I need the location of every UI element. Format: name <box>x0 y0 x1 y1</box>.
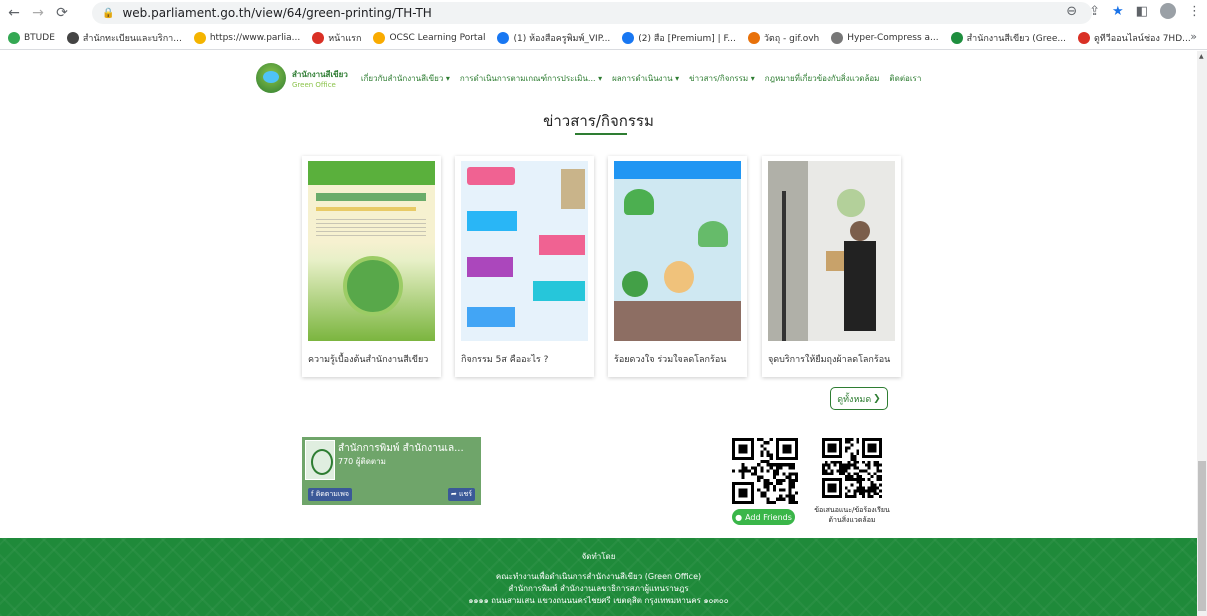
footer-line3: ๑๑๑๑ ถนนสามเสน แขวงถนนนครไชยศรี เขตดุสิต… <box>468 596 729 605</box>
bookmark-label: ดูทีวีออนไลน์ช่อง 7HD... <box>1093 33 1191 44</box>
bookmark-label: วัตถุ - gif.ovh <box>763 33 820 44</box>
section-title: ข่าวสาร/กิจกรรม <box>543 112 654 130</box>
title-underline <box>575 133 627 135</box>
bookmark-label: สำนักทะเบียนและบริกา... <box>82 33 182 44</box>
bookmark-item[interactable]: BTUDE <box>4 28 59 48</box>
reload-icon[interactable]: ⟳ <box>52 3 72 23</box>
card-caption: ความรู้เบื้องต้นสำนักงานสีเขียว <box>308 355 429 365</box>
bookmark-label: (2) สือ [Premium] | F... <box>638 33 736 44</box>
menu-laws[interactable]: กฎหมายที่เกี่ยวข้องกับสิ่งแวดล้อม <box>765 72 880 85</box>
bookmark-item[interactable]: สำนักงานสีเขียว (Gree... <box>947 28 1070 48</box>
card-caption: ร้อยดวงใจ ร่วมใจลดโลกร้อน <box>614 355 727 365</box>
bookmark-label: OCSC Learning Portal <box>389 32 486 43</box>
bookmark-favicon-icon <box>66 31 79 44</box>
bookmark-favicon-icon <box>622 31 635 44</box>
card-image <box>614 161 741 341</box>
card-image <box>768 161 895 341</box>
fb-follow-label: ติดตามเพจ <box>315 490 349 498</box>
lock-icon: 🔒 <box>102 7 115 19</box>
share-arrow-icon: ➦ <box>450 490 459 498</box>
fb-share-button[interactable]: ➦ แชร์ <box>447 488 475 501</box>
bookmark-label: https://www.parlia... <box>209 32 301 43</box>
bookmark-favicon-icon <box>497 31 510 44</box>
complaint-label: ข้อเสนอแนะ/ข้อร้องเรียน ด้านสิ่งแวดล้อม <box>814 506 890 524</box>
bookmark-label: หน้าแรก <box>328 33 362 44</box>
page-scrollbar[interactable]: ▲ <box>1197 51 1207 616</box>
news-card[interactable]: ร้อยดวงใจ ร่วมใจลดโลกร้อน <box>608 156 747 377</box>
bookmark-favicon-icon <box>747 31 760 44</box>
bookmark-label: (1) ห้องสือครูพิมพ์_VIP... <box>513 33 611 44</box>
fb-share-label: แชร์ <box>458 490 472 498</box>
card-caption: กิจกรรม 5ส คืออะไร ? <box>461 355 549 365</box>
card-image <box>308 161 435 341</box>
footer-by: จัดทำโดย <box>581 552 616 561</box>
site-navbar: สำนักงานสีเขียว Green Office เกี่ยวกับสำ… <box>256 61 926 95</box>
bookmark-favicon-icon <box>1077 31 1090 44</box>
forward-icon[interactable]: → <box>28 3 48 23</box>
share-icon[interactable]: ⇪ <box>1089 4 1100 19</box>
bookmark-favicon-icon <box>373 31 386 44</box>
bookmark-favicon-icon <box>8 31 20 44</box>
bookmark-item[interactable]: วัตถุ - gif.ovh <box>744 28 823 48</box>
address-bar[interactable]: 🔒 web.parliament.go.th/view/64/green-pri… <box>92 2 1092 24</box>
menu-results[interactable]: ผลการดำเนินงาน ▾ <box>612 72 679 85</box>
profile-avatar[interactable] <box>1160 3 1176 19</box>
sidepanel-icon[interactable]: ◧ <box>1136 4 1148 19</box>
bookmark-item[interactable]: OCSC Learning Portal <box>369 28 489 48</box>
more-bookmarks-icon[interactable]: » <box>1190 30 1197 43</box>
fb-followers: 770 ผู้ติดตาม <box>338 457 386 466</box>
see-all-label: ดูทั้งหมด <box>837 394 872 405</box>
fb-follow-button[interactable]: f ติดตามเพจ <box>308 488 352 501</box>
see-all-button[interactable]: ดูทั้งหมด ❯ <box>830 387 888 410</box>
web-page: สำนักงานสีเขียว Green Office เกี่ยวกับสำ… <box>0 51 1197 616</box>
bookmark-item[interactable]: (1) ห้องสือครูพิมพ์_VIP... <box>493 28 614 48</box>
news-card[interactable]: จุดบริการให้ยืมถุงผ้าลดโลกร้อน <box>762 156 901 377</box>
bookmark-label: BTUDE <box>24 32 55 43</box>
complaint-qr-code <box>822 438 882 498</box>
bookmark-item[interactable]: ดูทีวีออนไลน์ช่อง 7HD... <box>1074 28 1195 48</box>
bookmark-star-icon[interactable]: ★ <box>1112 4 1124 19</box>
line-qr-code <box>732 438 798 504</box>
fb-page-name[interactable]: สำนักการพิมพ์ สำนักงานเล... <box>338 441 464 456</box>
card-image <box>461 161 588 341</box>
scroll-up-icon[interactable]: ▲ <box>1199 53 1204 60</box>
news-card[interactable]: กิจกรรม 5ส คืออะไร ? <box>455 156 594 377</box>
bookmark-item[interactable]: Hyper-Compress a... <box>827 28 942 48</box>
card-caption: จุดบริการให้ยืมถุงผ้าลดโลกร้อน <box>768 355 891 365</box>
facebook-page-widget[interactable]: สำนักการพิมพ์ สำนักงานเล... 770 ผู้ติดตา… <box>302 437 481 505</box>
bookmark-item[interactable]: สำนักทะเบียนและบริกา... <box>63 28 186 48</box>
chevron-right-icon: ❯ <box>873 393 881 404</box>
menu-about[interactable]: เกี่ยวกับสำนักงานสีเขียว ▾ <box>361 72 450 85</box>
browser-toolbar: ← → ⟳ 🔒 web.parliament.go.th/view/64/gre… <box>0 0 1207 26</box>
back-icon[interactable]: ← <box>4 3 24 23</box>
menu-contact[interactable]: ติดต่อเรา <box>889 72 921 85</box>
brand[interactable]: สำนักงานสีเขียว Green Office <box>292 68 348 89</box>
line-add-friend-button[interactable]: ● Add Friends <box>732 509 795 525</box>
bookmark-item[interactable]: https://www.parlia... <box>190 28 304 48</box>
bookmark-label: สำนักงานสีเขียว (Gree... <box>966 33 1066 44</box>
menu-evaluation[interactable]: การดำเนินการตามเกณฑ์การประเมิน... ▾ <box>460 72 602 85</box>
zoom-icon[interactable]: ⊖ <box>1066 4 1077 19</box>
menu-icon[interactable]: ⋮ <box>1188 4 1201 19</box>
bookmark-favicon-icon <box>950 31 963 44</box>
bookmark-item[interactable]: (2) สือ [Premium] | F... <box>618 28 740 48</box>
news-card[interactable]: ความรู้เบื้องต้นสำนักงานสีเขียว <box>302 156 441 377</box>
url-text: web.parliament.go.th/view/64/green-print… <box>122 6 432 20</box>
menu-news[interactable]: ข่าวสาร/กิจกรรม ▾ <box>689 72 755 85</box>
brand-subtitle: Green Office <box>292 80 336 89</box>
bookmark-favicon-icon <box>193 31 206 44</box>
bookmark-label: Hyper-Compress a... <box>847 32 939 43</box>
scrollbar-thumb[interactable] <box>1198 461 1206 611</box>
green-office-logo[interactable] <box>256 63 286 93</box>
bookmark-favicon-icon <box>831 31 844 44</box>
bookmark-item[interactable]: หน้าแรก <box>308 28 365 48</box>
bookmark-favicon-icon <box>312 31 325 44</box>
add-friend-label: Add Friends <box>745 512 792 522</box>
page-avatar <box>305 440 335 480</box>
bookmarks-bar: BTUDE สำนักทะเบียนและบริกา... https://www.… <box>0 26 1207 50</box>
footer: จัดทำโดย คณะทำงานเพื่อดำเนินการสำนักงานส… <box>0 538 1197 616</box>
brand-title: สำนักงานสีเขียว <box>292 69 348 79</box>
line-icon: ● <box>735 512 743 522</box>
